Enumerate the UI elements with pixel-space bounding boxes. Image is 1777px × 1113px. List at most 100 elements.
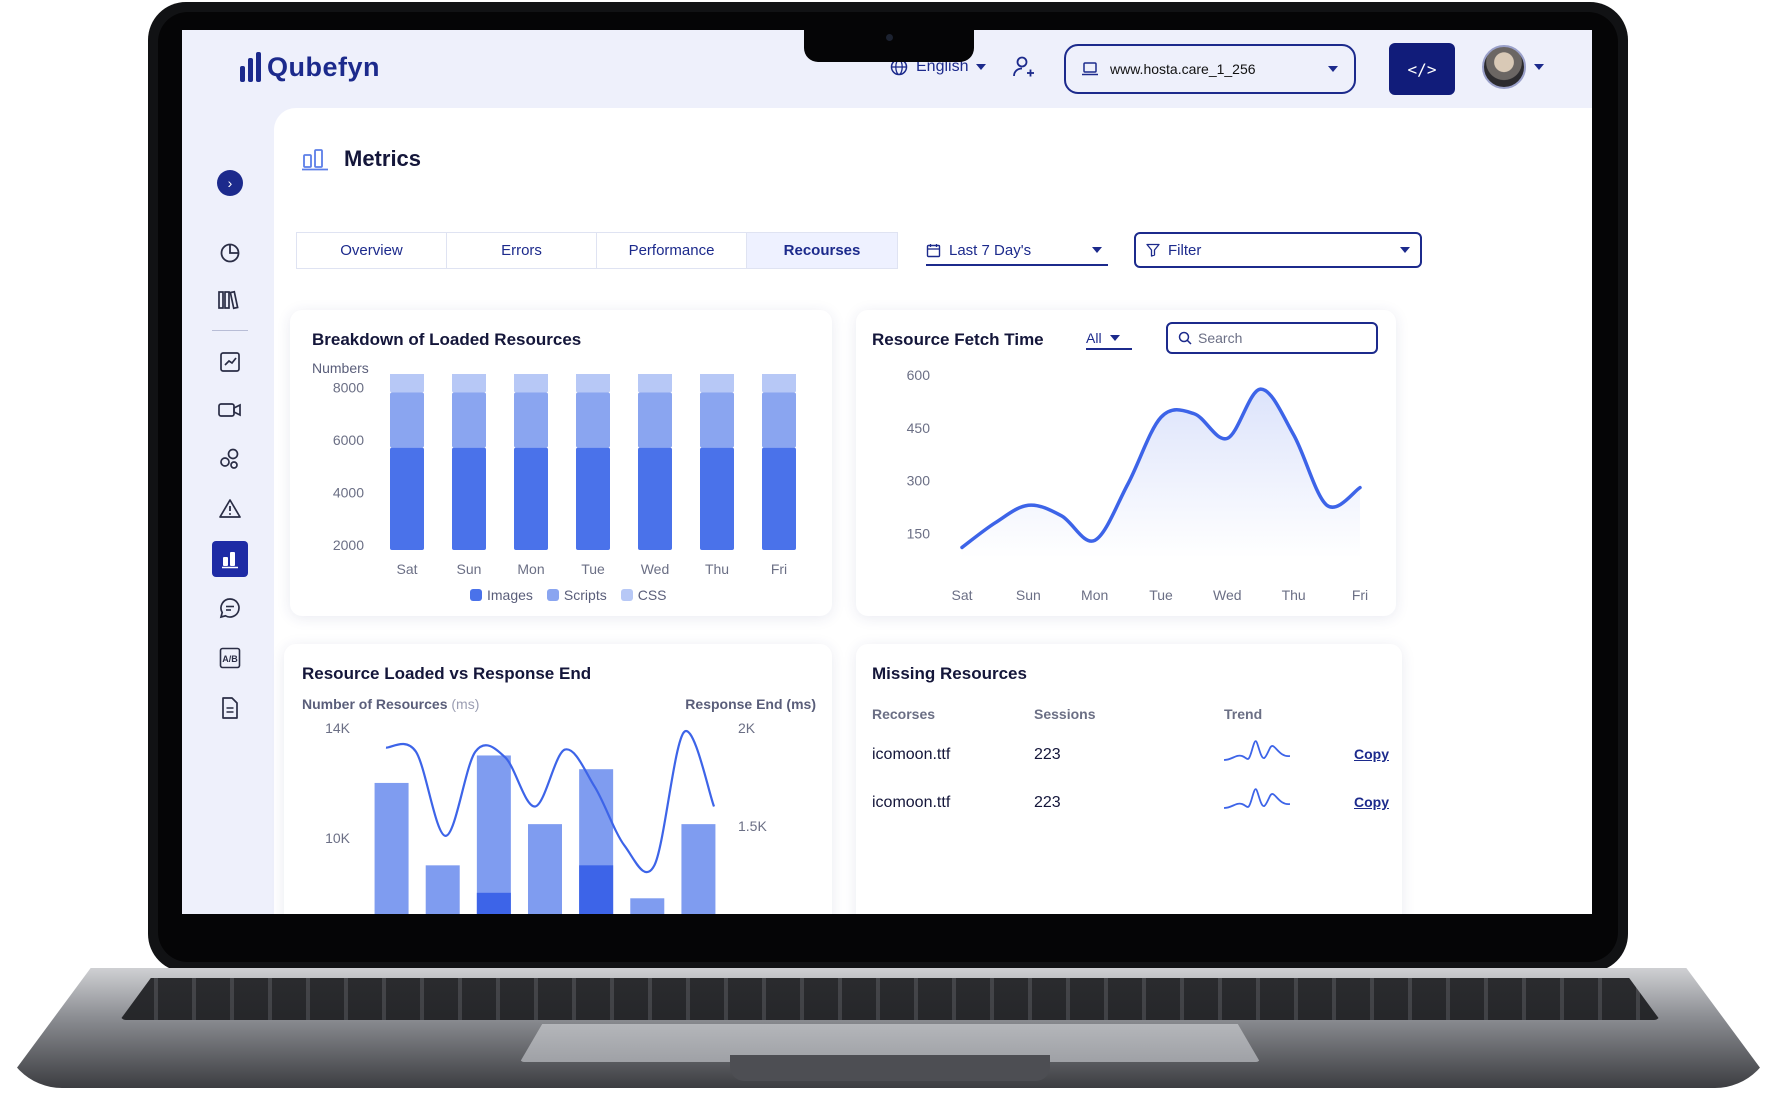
bar-segment xyxy=(452,392,486,448)
copy-link[interactable]: Copy xyxy=(1354,746,1389,762)
copy-link[interactable]: Copy xyxy=(1354,794,1389,810)
app-screen: Qubefyn English www.hosta.care_1_256 </>… xyxy=(182,30,1592,914)
page-title: Metrics xyxy=(302,146,421,172)
x-tick-label: Thu xyxy=(1282,587,1306,603)
missing-resources-card: Missing Resources Recorses Sessions Tren… xyxy=(856,644,1402,914)
x-tick-label: Tue xyxy=(1149,587,1173,603)
tab-bar: Overview Errors Performance Recourses xyxy=(296,232,898,269)
search-icon xyxy=(1178,331,1192,345)
bar-segment xyxy=(638,374,672,393)
profile-menu[interactable] xyxy=(1482,45,1544,89)
sidebar-item-funnels[interactable] xyxy=(182,447,278,471)
y-tick-label: 8000 xyxy=(333,379,364,395)
bar-segment xyxy=(390,392,424,448)
library-icon xyxy=(218,290,239,310)
site-select[interactable]: www.hosta.care_1_256 xyxy=(1064,44,1356,94)
add-user-button[interactable] xyxy=(1012,55,1036,84)
search-placeholder: Search xyxy=(1198,330,1243,346)
user-plus-icon xyxy=(1013,56,1034,77)
session-count: 223 xyxy=(1034,746,1061,763)
bar-segment xyxy=(700,447,734,550)
chevron-down-icon xyxy=(976,64,987,70)
bar-segment xyxy=(452,374,486,393)
y-axis-left-label: Number of Resources (ms) xyxy=(302,696,480,712)
sidebar-item-recordings[interactable] xyxy=(182,399,278,421)
loaded-vs-response-card: Resource Loaded vs Response End Number o… xyxy=(284,644,832,914)
sidebar-item-errors[interactable] xyxy=(182,497,278,521)
filter-icon xyxy=(1146,243,1160,257)
card-title: Resource Fetch Time xyxy=(872,330,1044,349)
metrics-icon xyxy=(302,149,328,171)
card-title: Resource Loaded vs Response End xyxy=(302,664,592,683)
code-button[interactable]: </> xyxy=(1389,43,1455,95)
legend-item: Scripts xyxy=(546,587,607,603)
y-tick-label: 4000 xyxy=(333,484,364,500)
expand-icon: › xyxy=(217,170,243,196)
bar-segment xyxy=(638,392,672,448)
calendar-icon xyxy=(926,243,941,257)
bar xyxy=(630,898,665,914)
x-tick-label: Sun xyxy=(457,561,482,574)
x-tick-label: Sun xyxy=(1016,587,1041,603)
x-tick-label: Sat xyxy=(396,561,417,574)
filter-select[interactable]: Filter xyxy=(1134,232,1422,268)
sidebar: › A/B xyxy=(182,108,278,914)
sidebar-item-feedback[interactable] xyxy=(182,596,278,620)
bar-segment xyxy=(638,447,672,550)
x-tick-label: Mon xyxy=(517,561,544,574)
search-input[interactable]: Search xyxy=(1166,322,1378,354)
x-tick-label: Fri xyxy=(771,561,787,574)
sidebar-item-metrics[interactable] xyxy=(182,541,278,577)
bar-segment xyxy=(762,392,796,448)
bar xyxy=(528,824,562,914)
sidebar-item-trends[interactable] xyxy=(182,350,278,374)
bar xyxy=(374,782,409,914)
sidebar-item-dashboard[interactable] xyxy=(182,240,278,264)
fetch-time-all-select[interactable]: All xyxy=(1086,328,1132,350)
metrics-icon xyxy=(212,541,248,577)
y-tick-label: 450 xyxy=(907,420,931,436)
bar-segment xyxy=(452,447,486,550)
tab-performance[interactable]: Performance xyxy=(597,233,747,268)
bar-segment xyxy=(514,447,548,550)
x-tick-label: Sat xyxy=(951,587,972,603)
x-tick-label: Tue xyxy=(581,561,605,574)
sidebar-item-ab-testing[interactable]: A/B xyxy=(182,646,278,670)
bar-segment xyxy=(762,447,796,550)
area-fill xyxy=(962,389,1360,558)
bar-segment xyxy=(762,374,796,393)
trend-sparkline xyxy=(1224,788,1290,809)
avatar xyxy=(1482,45,1526,89)
tab-overview[interactable]: Overview xyxy=(297,233,447,268)
tab-errors[interactable]: Errors xyxy=(447,233,597,268)
logo[interactable]: Qubefyn xyxy=(240,51,381,83)
bar-segment xyxy=(576,447,610,550)
tab-recourses[interactable]: Recourses xyxy=(747,233,897,268)
chat-icon xyxy=(219,598,240,619)
y-tick-label: 6000 xyxy=(333,432,364,448)
y-right-tick-label: 1.5K xyxy=(738,818,767,834)
chevron-down-icon xyxy=(1109,335,1120,341)
column-header: Sessions xyxy=(1034,706,1096,722)
trend-chart-icon xyxy=(220,352,240,372)
sidebar-expand-button[interactable]: › xyxy=(182,170,278,196)
logo-text: Qubefyn xyxy=(267,52,381,82)
chevron-down-icon xyxy=(1092,247,1102,253)
site-select-value: www.hosta.care_1_256 xyxy=(1110,61,1256,77)
x-tick-label: Thu xyxy=(705,561,729,574)
sidebar-item-library[interactable] xyxy=(182,289,278,311)
y-right-tick-label: 2K xyxy=(738,720,756,736)
session-count: 223 xyxy=(1034,794,1061,811)
bar-segment xyxy=(576,374,610,393)
legend-item: Images xyxy=(470,587,533,603)
bar-dark xyxy=(476,892,511,914)
y-tick-label: 300 xyxy=(907,473,931,489)
bar-segment xyxy=(700,374,734,393)
y-tick-label: 600 xyxy=(907,367,931,383)
date-range-select[interactable]: Last 7 Day's xyxy=(926,236,1108,266)
camera-notch xyxy=(804,28,974,62)
sidebar-item-reports[interactable] xyxy=(182,696,278,720)
y-tick-label: 14K xyxy=(325,720,351,736)
y-tick-label: 10K xyxy=(325,830,351,846)
card-title: Missing Resources xyxy=(872,664,1027,683)
